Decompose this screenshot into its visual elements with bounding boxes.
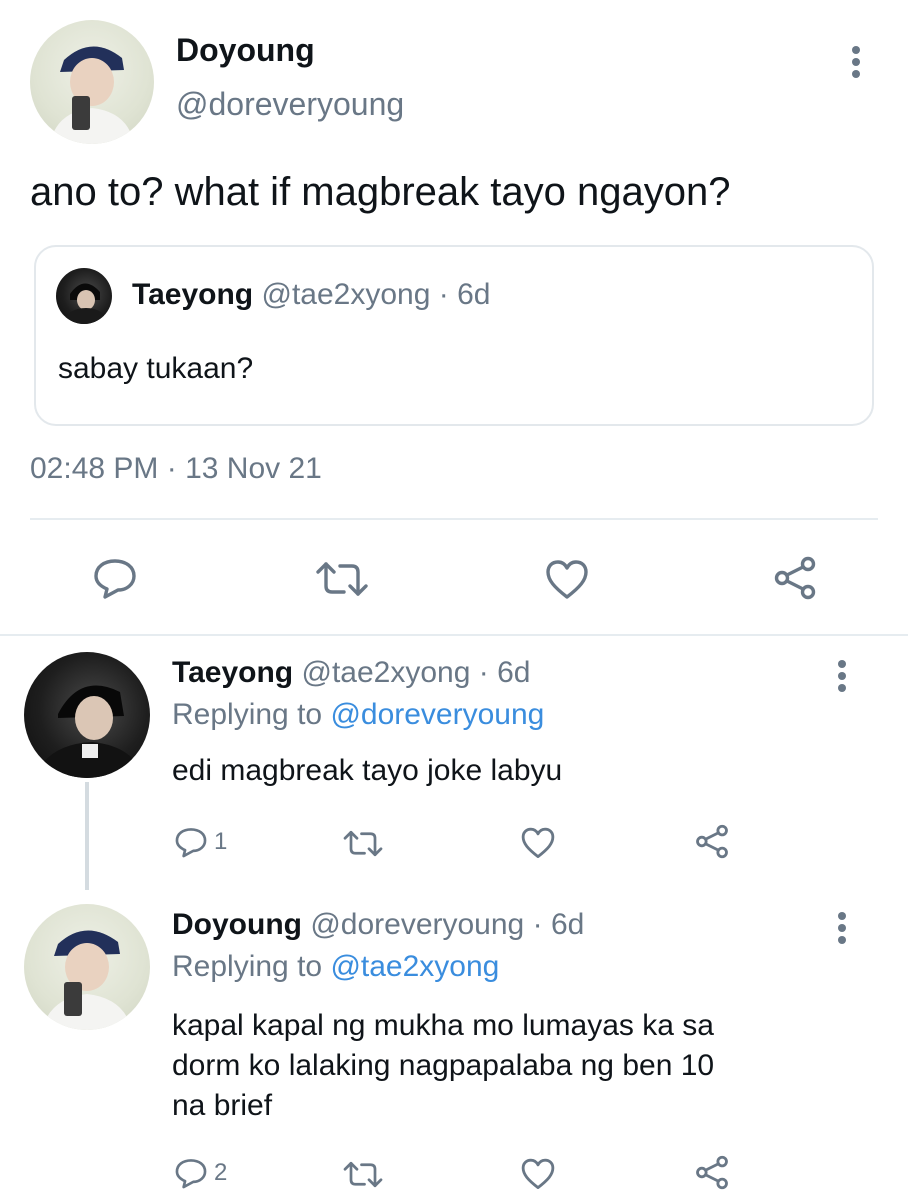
reply-age: 6d [550,908,585,941]
more-icon[interactable] [850,46,862,82]
reply-author-handle[interactable]: @doreveryoung [310,908,524,941]
reply-author-handle[interactable]: @tae2xyong [301,656,470,689]
avatar [56,268,112,324]
replying-handle-link[interactable]: @tae2xyong [330,950,499,983]
reply-header: Doyoung @doreveryoung · 6d [172,908,584,942]
quoted-age: 6d [457,278,491,311]
reply-author-name[interactable]: Taeyong [172,656,293,689]
reply-text: kapal kapal ng mukha mo lumayas ka sa do… [172,1006,714,1126]
share-button[interactable] [694,824,730,859]
tweet-text: ano to? what if magbreak tayo ngayon? [30,170,731,214]
share-icon [774,556,816,600]
retweet-icon [343,1161,383,1188]
reply-icon [175,1159,207,1189]
avatar[interactable] [24,904,150,1030]
share-icon [696,1155,728,1190]
quoted-author-name[interactable]: Taeyong [132,278,253,311]
retweet-button[interactable] [342,829,384,858]
reply-button[interactable]: 2 [174,1157,227,1189]
separator: · [532,908,543,941]
share-button[interactable] [772,556,818,600]
reply-author-name[interactable]: Doyoung [172,908,302,941]
separator: · [478,656,489,689]
divider [30,518,878,520]
retweet-button[interactable] [342,1160,384,1189]
like-button[interactable] [544,558,590,600]
like-icon [521,827,555,858]
like-icon [521,1158,555,1189]
retweet-icon [343,830,383,857]
reply-header: Taeyong @tae2xyong · 6d [172,656,530,690]
retweet-icon [316,562,368,596]
like-button[interactable] [520,1157,556,1190]
reply-text-line: na brief [172,1089,273,1122]
author-handle[interactable]: @doreveryoung [176,86,404,123]
separator: · [438,278,449,311]
replying-to: Replying to @doreveryoung [172,698,544,732]
replying-to: Replying to @tae2xyong [172,950,499,984]
replying-prefix: Replying to [172,950,323,983]
replying-handle-link[interactable]: @doreveryoung [330,698,544,731]
reply-count: 2 [214,1159,228,1186]
share-icon [696,824,728,859]
thread-line [85,782,89,890]
quoted-author-handle[interactable]: @tae2xyong [261,278,430,311]
reply-text: edi magbreak tayo joke labyu [172,754,563,787]
avatar[interactable] [24,652,150,778]
reply-age: 6d [497,656,531,689]
more-icon[interactable] [836,912,848,948]
reply-button[interactable]: 1 [174,826,227,858]
more-icon[interactable] [836,660,848,696]
quoted-tweet[interactable] [34,245,874,426]
like-icon [546,560,588,599]
replying-prefix: Replying to [172,698,323,731]
retweet-button[interactable] [314,560,370,598]
reply-icon [175,828,207,858]
reply-button[interactable] [92,557,138,599]
divider [0,634,908,636]
reply-text-line: dorm ko lalaking nagpapalaba ng ben 10 [172,1049,715,1082]
reply-icon [94,559,136,599]
reply-count: 1 [214,828,228,855]
tweet-timestamp[interactable]: 02:48 PM · 13 Nov 21 [30,452,322,486]
share-button[interactable] [694,1155,730,1190]
avatar[interactable] [30,20,154,144]
quoted-header: Taeyong @tae2xyong · 6d [132,278,490,312]
author-name[interactable]: Doyoung [176,32,315,69]
reply-text-line: kapal kapal ng mukha mo lumayas ka sa [172,1009,714,1042]
quoted-text: sabay tukaan? [58,352,254,385]
like-button[interactable] [520,826,556,859]
